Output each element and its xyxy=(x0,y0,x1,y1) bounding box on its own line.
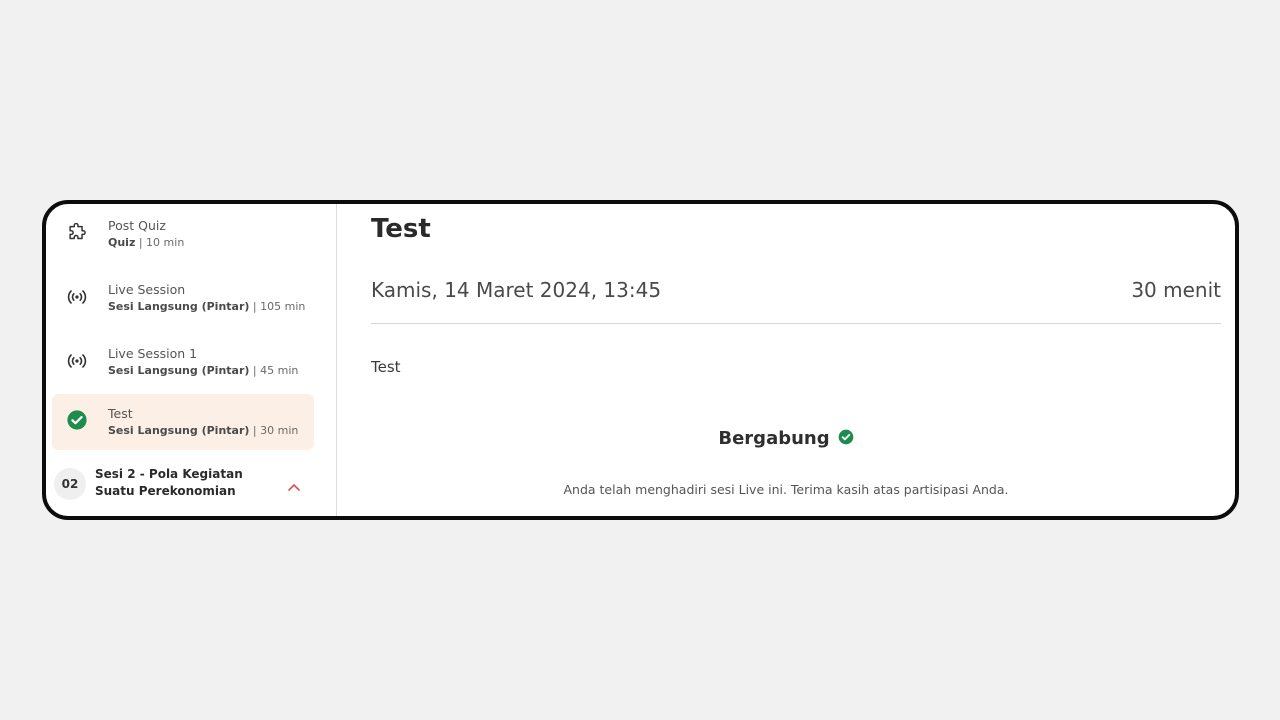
session-date: Kamis, 14 Maret 2024, 13:45 xyxy=(371,278,662,302)
sidebar-item-meta: Sesi Langsung (Pintar) | 45 min xyxy=(108,363,298,379)
sidebar-item-meta: Quiz | 10 min xyxy=(108,235,184,251)
sidebar-item-title: Live Session 1 xyxy=(108,346,198,361)
sidebar-item-type: Sesi Langsung (Pintar) xyxy=(108,300,250,313)
sidebar-item-title: Live Session xyxy=(108,282,186,297)
broadcast-icon xyxy=(66,286,88,308)
page-title: Test xyxy=(371,214,431,244)
check-circle-icon xyxy=(66,409,88,431)
broadcast-icon xyxy=(66,350,88,372)
app-frame: Post Quiz Quiz | 10 min Live Session Ses… xyxy=(42,200,1239,520)
section-number-badge: 02 xyxy=(54,468,86,500)
chevron-up-icon[interactable] xyxy=(287,477,301,496)
sidebar-item-title: Test xyxy=(108,406,133,421)
check-circle-icon xyxy=(838,429,854,449)
sidebar-item-title: Post Quiz xyxy=(108,218,166,233)
session-detail: Test Kamis, 14 Maret 2024, 13:45 30 meni… xyxy=(337,204,1235,516)
sidebar-item-duration: | 10 min xyxy=(138,236,185,249)
sidebar: Post Quiz Quiz | 10 min Live Session Ses… xyxy=(46,204,337,516)
puzzle-icon xyxy=(66,222,88,244)
status-note: Anda telah menghadiri sesi Live ini. Ter… xyxy=(563,482,1009,497)
status-label: Bergabung xyxy=(718,428,830,449)
session-duration: 30 menit xyxy=(1131,278,1221,302)
sidebar-item-meta: Sesi Langsung (Pintar) | 105 min xyxy=(108,299,305,315)
sidebar-item-live-session[interactable]: Live Session Sesi Langsung (Pintar) | 10… xyxy=(52,274,314,330)
sidebar-item-post-quiz[interactable]: Post Quiz Quiz | 10 min xyxy=(52,210,314,266)
attendance-status: Bergabung xyxy=(337,428,1235,449)
sidebar-item-type: Sesi Langsung (Pintar) xyxy=(108,364,250,377)
sidebar-item-live-session-1[interactable]: Live Session 1 Sesi Langsung (Pintar) | … xyxy=(52,338,314,394)
divider xyxy=(371,323,1221,324)
sidebar-item-type: Quiz xyxy=(108,236,136,249)
sidebar-item-meta: Sesi Langsung (Pintar) | 30 min xyxy=(108,423,298,439)
session-description: Test xyxy=(371,358,401,376)
sidebar-item-type: Sesi Langsung (Pintar) xyxy=(108,424,250,437)
section-title: Sesi 2 - Pola Kegiatan Suatu Perekonomia… xyxy=(95,467,243,498)
sidebar-item-duration: | 30 min xyxy=(252,424,299,437)
sidebar-item-test[interactable]: Test Sesi Langsung (Pintar) | 30 min xyxy=(52,394,314,450)
sidebar-item-duration: | 45 min xyxy=(252,364,299,377)
sidebar-item-duration: | 105 min xyxy=(252,300,306,313)
section-header-sesi-2[interactable]: 02 Sesi 2 - Pola Kegiatan Suatu Perekono… xyxy=(52,466,314,506)
